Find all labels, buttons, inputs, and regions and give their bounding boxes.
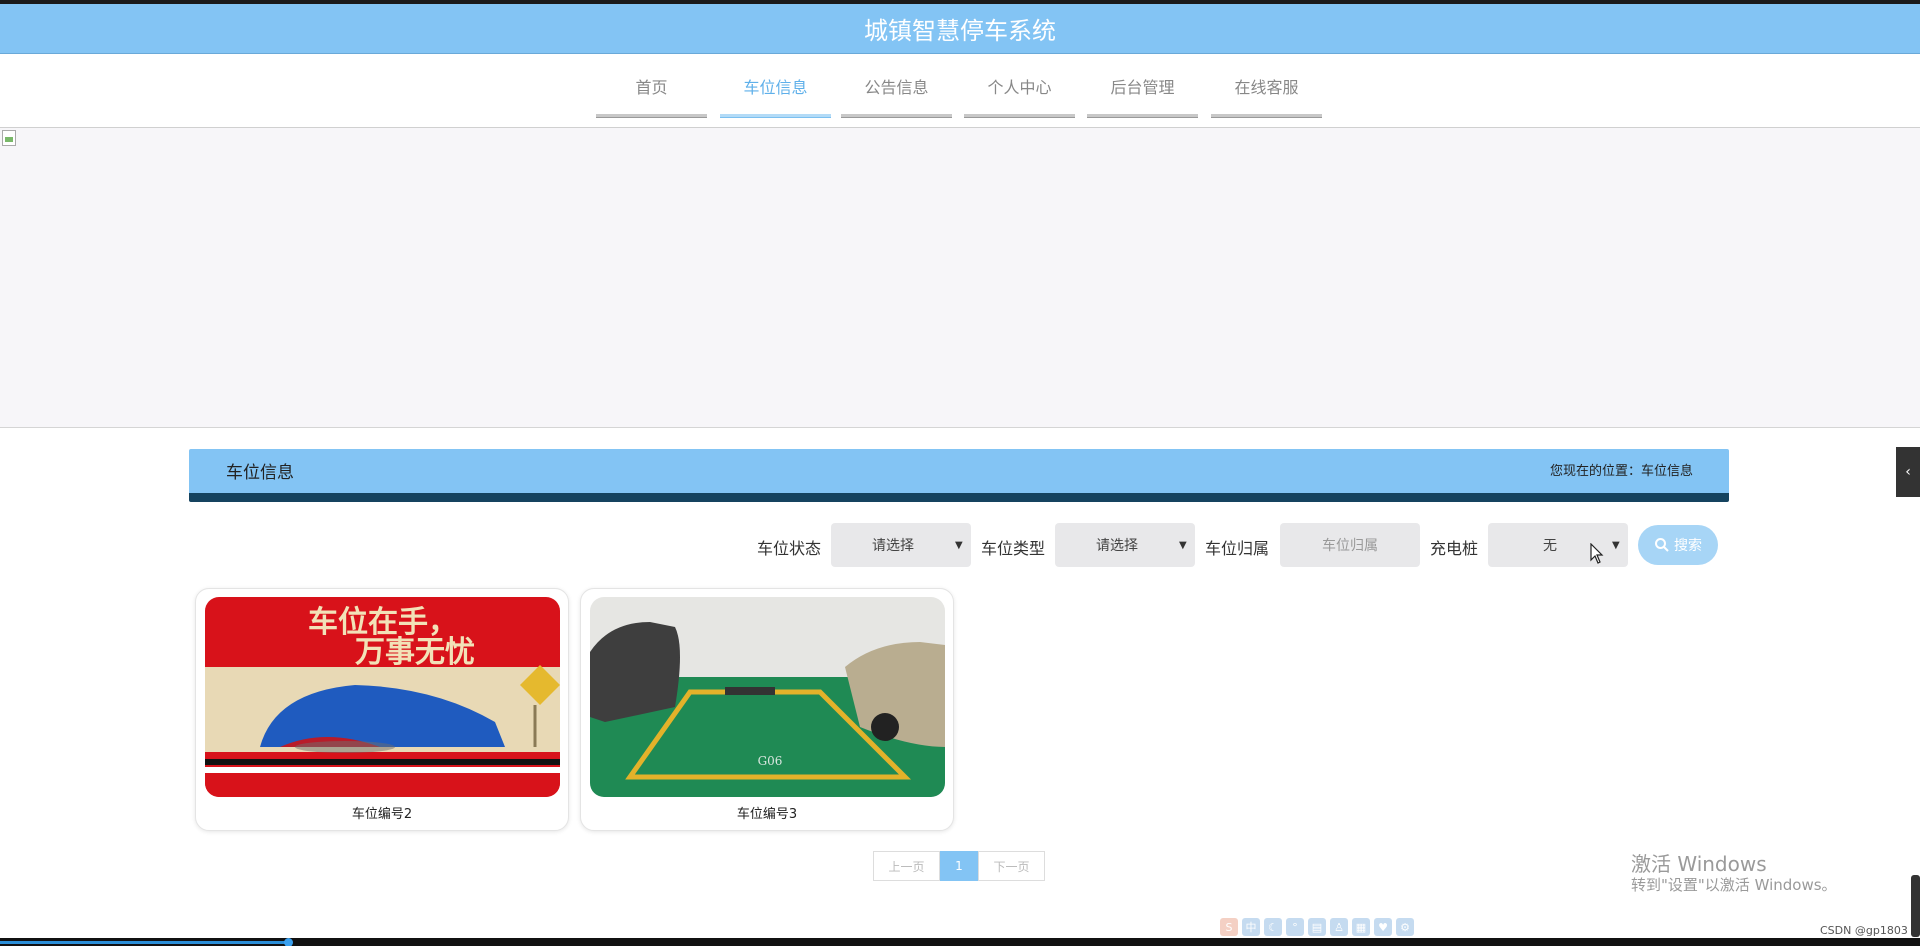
owner-input-placeholder: 车位归属 (1322, 538, 1378, 554)
parking-card-image[interactable]: 车位在手， 万事无忧 (205, 597, 560, 797)
activation-watermark-title: 激活 Windows (1631, 852, 1767, 876)
parking-card[interactable]: G06 车位编号3 (580, 588, 954, 831)
owner-filter-label: 车位归属 (1205, 539, 1270, 558)
ime-toolbar: S 中 ☾ ° ▤ ♙ ▦ ♥ ⚙ (1220, 918, 1414, 938)
nav-label: 在线客服 (1234, 78, 1299, 97)
chevron-left-icon: ‹ (1905, 464, 1911, 480)
nav-item-online-support[interactable]: 在线客服 (1211, 54, 1322, 118)
search-icon (1655, 538, 1669, 552)
section-title: 车位信息 (226, 463, 294, 483)
app-title-bar: 城镇智慧停车系统 (0, 4, 1920, 54)
chevron-down-icon: ▼ (955, 539, 963, 551)
next-page-button[interactable]: 下一页 (978, 851, 1045, 881)
card-image-spot-number: G06 (758, 754, 783, 768)
nav-item-admin[interactable]: 后台管理 (1087, 54, 1198, 118)
nav-underline (1211, 114, 1322, 118)
ime-moon-icon[interactable]: ☾ (1264, 918, 1282, 936)
type-filter-label: 车位类型 (981, 539, 1046, 558)
nav-label: 公告信息 (864, 78, 929, 97)
broken-image-icon (2, 130, 16, 146)
csdn-credit: CSDN @gp1803 (1820, 924, 1908, 937)
main-nav: 首页 车位信息 公告信息 个人中心 后台管理 在线客服 (0, 54, 1920, 128)
parking-card-caption: 车位编号2 (351, 807, 413, 822)
status-select[interactable]: 请选择 ▼ (831, 523, 971, 567)
parking-card-caption: 车位编号3 (736, 807, 798, 822)
card-image-slogan: 万事无忧 (355, 635, 475, 670)
pagination: 上一页 1 下一页 (873, 851, 1045, 881)
nav-underline (720, 114, 831, 118)
ime-grid-icon[interactable]: ▦ (1352, 918, 1370, 936)
nav-item-personal-center[interactable]: 个人中心 (964, 54, 1075, 118)
chevron-down-icon: ▼ (1612, 539, 1620, 551)
nav-underline (596, 114, 707, 118)
ime-keyboard-icon[interactable]: ▤ (1308, 918, 1326, 936)
ime-user-icon[interactable]: ♙ (1330, 918, 1348, 936)
nav-label: 首页 (635, 78, 668, 97)
section-header: 车位信息 您现在的位置：车位信息 (189, 449, 1729, 502)
ime-chinese-icon[interactable]: 中 (1242, 918, 1260, 936)
parking-card[interactable]: 车位在手， 万事无忧 车位编号2 (195, 588, 569, 831)
status-filter-label: 车位状态 (757, 539, 822, 558)
prev-page-button[interactable]: 上一页 (873, 851, 940, 881)
owner-input[interactable]: 车位归属 (1280, 523, 1420, 567)
nav-label: 车位信息 (743, 78, 808, 97)
video-progress-bar[interactable] (0, 941, 288, 944)
video-progress-handle[interactable] (284, 938, 293, 946)
ime-skin-icon[interactable]: ♥ (1374, 918, 1392, 936)
banner-carousel (0, 128, 1920, 428)
app-title: 城镇智慧停车系统 (864, 17, 1056, 45)
nav-item-parking-info[interactable]: 车位信息 (720, 54, 831, 118)
nav-item-announcements[interactable]: 公告信息 (841, 54, 952, 118)
breadcrumb: 您现在的位置：车位信息 (1549, 464, 1693, 479)
search-button-label: 搜索 (1674, 538, 1702, 554)
ime-settings-icon[interactable]: ⚙ (1396, 918, 1414, 936)
scrollbar-thumb[interactable] (1911, 875, 1920, 937)
nav-underline (964, 114, 1075, 118)
status-select-value: 请选择 (872, 538, 914, 554)
ime-logo-icon[interactable]: S (1220, 918, 1238, 936)
type-select[interactable]: 请选择 ▼ (1055, 523, 1195, 567)
nav-underline (1087, 114, 1198, 118)
charger-select[interactable]: 无 ▼ (1488, 523, 1628, 567)
activation-watermark-subtitle: 转到"设置"以激活 Windows。 (1631, 876, 1837, 894)
side-panel-toggle[interactable]: ‹ (1896, 447, 1920, 497)
nav-item-home[interactable]: 首页 (596, 54, 707, 118)
nav-label: 个人中心 (987, 78, 1052, 97)
type-select-value: 请选择 (1096, 538, 1138, 554)
mouse-cursor-icon (1590, 543, 1604, 564)
nav-label: 后台管理 (1110, 78, 1175, 97)
parking-card-image[interactable]: G06 (590, 597, 945, 797)
chevron-down-icon: ▼ (1179, 539, 1187, 551)
nav-underline (841, 114, 952, 118)
ime-punct-icon[interactable]: ° (1286, 918, 1304, 936)
charger-filter-label: 充电桩 (1430, 539, 1479, 558)
search-button[interactable]: 搜索 (1638, 525, 1718, 565)
page-number-button[interactable]: 1 (940, 851, 978, 881)
